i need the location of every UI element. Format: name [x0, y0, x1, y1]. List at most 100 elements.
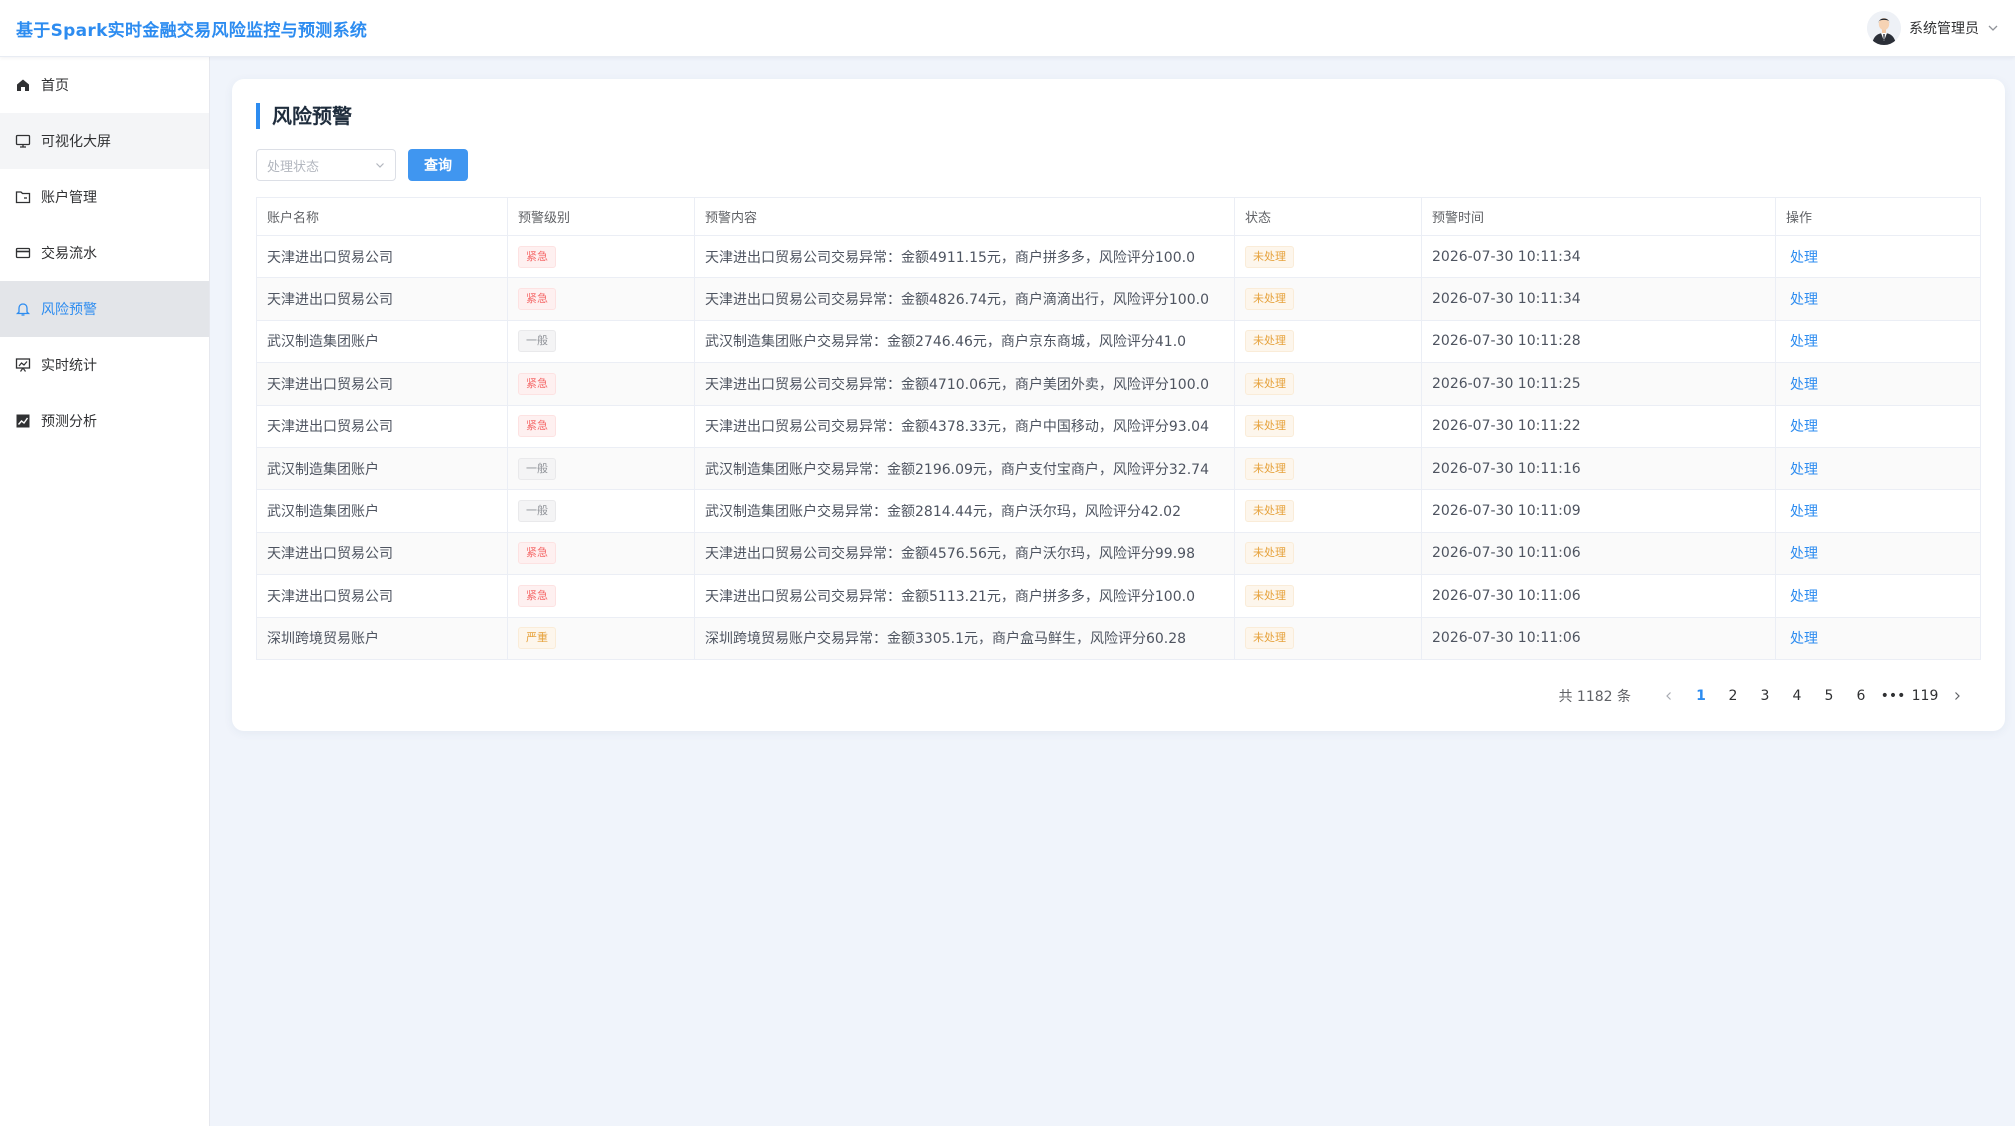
alert-content-cell: 武汉制造集团账户交易异常：金额2746.46元，商户京东商城，风险评分41.0 — [694, 320, 1235, 364]
page-button-6[interactable]: 6 — [1845, 682, 1877, 710]
account-name-cell: 天津进出口贸易公司 — [256, 277, 508, 321]
page-button-4[interactable]: 4 — [1781, 682, 1813, 710]
alert-content-cell: 武汉制造集团账户交易异常：金额2814.44元，商户沃尔玛，风险评分42.02 — [694, 489, 1235, 533]
table-row: 武汉制造集团账户 一般 武汉制造集团账户交易异常：金额2814.44元，商户沃尔玛，… — [256, 489, 1981, 533]
alert-time-cell: 2026-07-30 10:11:09 — [1421, 489, 1776, 533]
more-pages-button[interactable]: ••• — [1877, 682, 1909, 710]
risk-alert-card: 风险预警 处理状态 查询 账户名称 预警级别 预警内容 状态 预警时间 操作 天… — [232, 79, 2005, 731]
alert-level-cell: 紧急 — [507, 362, 695, 406]
alert-time-cell: 2026-07-30 10:11:25 — [1421, 362, 1776, 406]
sidebar-item-label: 风险预警 — [41, 302, 97, 318]
account-name-cell: 天津进出口贸易公司 — [256, 235, 508, 279]
page-button-3[interactable]: 3 — [1749, 682, 1781, 710]
table-row: 天津进出口贸易公司 紧急 天津进出口贸易公司交易异常：金额4710.06元，商户美团… — [256, 362, 1981, 406]
action-cell: 处理 — [1775, 235, 1981, 279]
column-header[interactable]: 预警内容 — [694, 197, 1235, 236]
sidebar-item-prediction[interactable]: 预测分析 — [0, 393, 209, 449]
alert-level-cell: 紧急 — [507, 405, 695, 448]
status-cell: 未处理 — [1234, 532, 1422, 576]
status-badge: 未处理 — [1245, 457, 1294, 480]
sidebar-item-realtime-stats[interactable]: 实时统计 — [0, 337, 209, 393]
alert-level-tag: 紧急 — [518, 542, 556, 565]
page-button-5[interactable]: 5 — [1813, 682, 1845, 710]
query-button[interactable]: 查询 — [408, 149, 468, 181]
alert-level-tag: 一般 — [518, 330, 556, 353]
alert-level-cell: 紧急 — [507, 235, 695, 279]
page-button-last[interactable]: 119 — [1909, 682, 1941, 710]
sidebar-item-transactions[interactable]: 交易流水 — [0, 225, 209, 281]
trend-chart-icon — [16, 414, 30, 428]
alert-content-cell: 天津进出口贸易公司交易异常：金额4911.15元，商户拼多多，风险评分100.0 — [694, 235, 1235, 279]
alert-time-cell: 2026-07-30 10:11:06 — [1421, 617, 1776, 660]
chevron-down-icon — [1988, 25, 1998, 31]
handle-link[interactable]: 处理 — [1786, 504, 1818, 520]
action-cell: 处理 — [1775, 362, 1981, 406]
alert-level-tag: 紧急 — [518, 584, 556, 607]
handle-link[interactable]: 处理 — [1786, 292, 1818, 308]
handle-link[interactable]: 处理 — [1786, 589, 1818, 605]
top-header: 基于Spark实时金融交易风险监控与预测系统 系统管理员 — [0, 0, 2015, 57]
alert-time-cell: 2026-07-30 10:11:22 — [1421, 405, 1776, 448]
table-row: 天津进出口贸易公司 紧急 天津进出口贸易公司交易异常：金额4378.33元，商户中国… — [256, 405, 1981, 448]
sidebar-item-risk-alerts[interactable]: 风险预警 — [0, 281, 209, 337]
alert-level-tag: 严重 — [518, 627, 556, 650]
alert-time-cell: 2026-07-30 10:11:06 — [1421, 532, 1776, 576]
alert-level-cell: 紧急 — [507, 277, 695, 321]
alert-level-tag: 紧急 — [518, 245, 556, 268]
user-menu[interactable]: 系统管理员 — [1867, 11, 1999, 45]
status-cell: 未处理 — [1234, 489, 1422, 533]
user-name: 系统管理员 — [1909, 21, 1979, 37]
column-header[interactable]: 账户名称 — [256, 197, 508, 236]
sidebar-item-accounts[interactable]: 账户管理 — [0, 169, 209, 225]
action-cell: 处理 — [1775, 405, 1981, 448]
status-badge: 未处理 — [1245, 245, 1294, 268]
action-cell: 处理 — [1775, 489, 1981, 533]
account-name-cell: 天津进出口贸易公司 — [256, 362, 508, 406]
handle-link[interactable]: 处理 — [1786, 546, 1818, 562]
handle-link[interactable]: 处理 — [1786, 462, 1818, 478]
sidebar-item-label: 可视化大屏 — [41, 134, 111, 150]
next-page-button[interactable] — [1941, 682, 1973, 710]
alert-level-cell: 一般 — [507, 320, 695, 364]
handle-link[interactable]: 处理 — [1786, 334, 1818, 350]
monitor-icon — [15, 134, 31, 148]
status-cell: 未处理 — [1234, 447, 1422, 491]
status-cell: 未处理 — [1234, 405, 1422, 448]
handle-link[interactable]: 处理 — [1786, 377, 1818, 393]
page-button-1[interactable]: 1 — [1685, 682, 1717, 710]
bell-icon — [15, 303, 31, 316]
status-cell: 未处理 — [1234, 362, 1422, 406]
alert-level-tag: 一般 — [518, 457, 556, 480]
alert-level-cell: 紧急 — [507, 532, 695, 576]
table-header-row: 账户名称 预警级别 预警内容 状态 预警时间 操作 — [256, 197, 1981, 236]
handle-link[interactable]: 处理 — [1786, 419, 1818, 435]
status-badge: 未处理 — [1245, 542, 1294, 565]
table-row: 天津进出口贸易公司 紧急 天津进出口贸易公司交易异常：金额4911.15元，商户拼多… — [256, 235, 1981, 279]
page-button-2[interactable]: 2 — [1717, 682, 1749, 710]
alert-level-tag: 紧急 — [518, 372, 556, 395]
sidebar-item-visual-screen[interactable]: 可视化大屏 — [0, 113, 209, 169]
handle-link[interactable]: 处理 — [1786, 250, 1818, 266]
column-header[interactable]: 预警时间 — [1421, 197, 1776, 236]
status-badge: 未处理 — [1245, 500, 1294, 523]
action-cell: 处理 — [1775, 320, 1981, 364]
action-cell: 处理 — [1775, 447, 1981, 491]
status-select[interactable]: 处理状态 — [256, 149, 396, 181]
handle-link[interactable]: 处理 — [1786, 631, 1818, 647]
sidebar-item-home[interactable]: 首页 — [0, 57, 209, 113]
column-header[interactable]: 状态 — [1234, 197, 1422, 236]
column-header[interactable]: 预警级别 — [507, 197, 695, 236]
presentation-icon — [15, 358, 31, 372]
app-title: 基于Spark实时金融交易风险监控与预测系统 — [16, 20, 368, 41]
alert-content-cell: 天津进出口贸易公司交易异常：金额5113.21元，商户拼多多，风险评分100.0 — [694, 574, 1235, 618]
action-cell: 处理 — [1775, 617, 1981, 660]
home-icon — [17, 79, 29, 91]
prev-page-button[interactable] — [1653, 682, 1685, 710]
table-row: 天津进出口贸易公司 紧急 天津进出口贸易公司交易异常：金额5113.21元，商户拼多… — [256, 574, 1981, 618]
column-header[interactable]: 操作 — [1775, 197, 1981, 236]
chevron-right-icon — [1955, 692, 1960, 700]
alert-level-tag: 一般 — [518, 500, 556, 523]
status-cell: 未处理 — [1234, 574, 1422, 618]
action-cell: 处理 — [1775, 574, 1981, 618]
alert-level-cell: 一般 — [507, 447, 695, 491]
